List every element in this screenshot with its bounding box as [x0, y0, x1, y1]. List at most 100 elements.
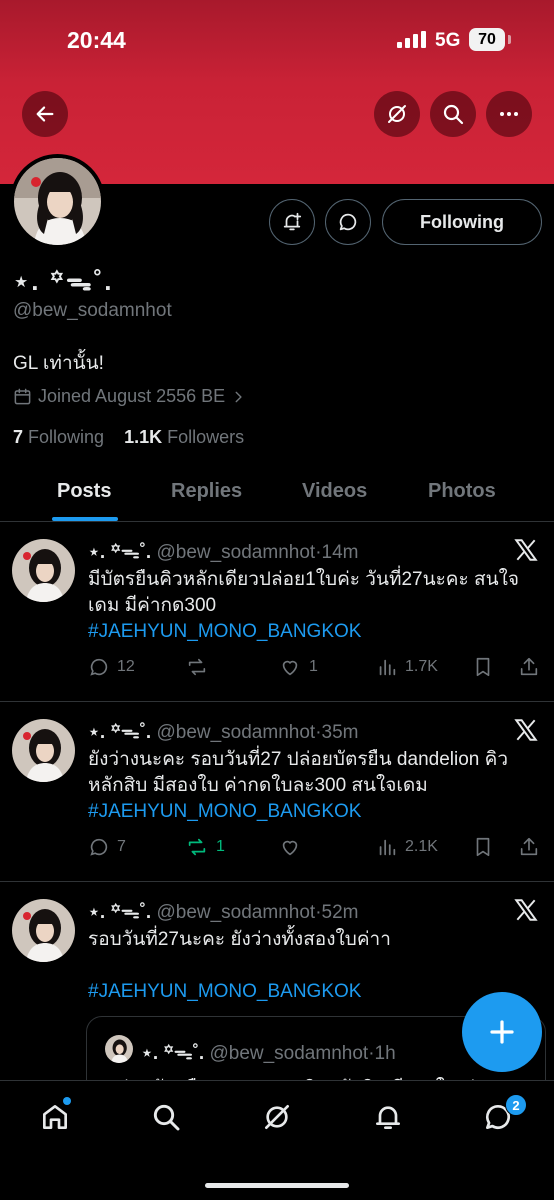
status-time: 20:44: [67, 27, 126, 53]
post-time[interactable]: 35m: [322, 722, 359, 743]
profile-tabs: Posts Replies Videos Photos: [0, 470, 554, 522]
post-avatar[interactable]: [12, 719, 75, 782]
more-horizontal-icon: [500, 112, 518, 116]
repost-count: 1: [216, 838, 225, 855]
post-actions: 12 1 1.7K: [88, 656, 543, 686]
view-count: 2.1K: [405, 838, 438, 855]
bell-plus-icon: [283, 212, 302, 231]
repost-button[interactable]: [185, 656, 216, 678]
post-item[interactable]: ⋆. ꙳ᯓ˚. @bew_sodamnhot·35m ยังว่างนะคะ ร…: [0, 702, 554, 882]
chat-bubble-icon: [339, 213, 357, 231]
compose-button[interactable]: [462, 992, 542, 1072]
plus-icon: [490, 1020, 514, 1044]
post-body: มีบัตรยืนคิวหลักเดียวปล่อย1ใบค่ะ วันที่2…: [88, 567, 543, 645]
x-logo-icon[interactable]: [513, 897, 539, 923]
post-actions: 7 1 2.1K: [88, 836, 543, 866]
bookmark-icon: [476, 657, 490, 677]
repost-icon: [188, 658, 206, 676]
post-author-name[interactable]: ⋆. ꙳ᯓ˚.: [88, 722, 151, 743]
post-hashtag[interactable]: #JAEHYUN_MONO_BANGKOK: [88, 621, 361, 642]
back-button[interactable]: [22, 91, 68, 137]
joined-date[interactable]: Joined August 2556 BE: [13, 386, 245, 407]
post-author-handle[interactable]: @bew_sodamnhot: [156, 542, 315, 563]
reply-button[interactable]: 12: [88, 656, 135, 678]
post-avatar[interactable]: [12, 539, 75, 602]
post-author-handle[interactable]: @bew_sodamnhot: [156, 722, 315, 743]
bookmark-icon: [476, 837, 490, 857]
post-author-handle[interactable]: @bew_sodamnhot: [156, 902, 315, 923]
signal-icon: [397, 31, 426, 48]
post-author-name[interactable]: ⋆. ꙳ᯓ˚.: [88, 902, 151, 923]
post-time[interactable]: 14m: [322, 542, 359, 563]
post-header: ⋆. ꙳ᯓ˚. @bew_sodamnhot·52m: [88, 902, 359, 923]
share-button[interactable]: [518, 836, 540, 858]
reply-button[interactable]: 7: [88, 836, 126, 858]
post-text: รอบวันที่27นะคะ ยังว่างทั้งสองใบค่าา: [88, 929, 391, 950]
quoted-time: 1h: [374, 1043, 396, 1064]
post-body: รอบวันที่27นะคะ ยังว่างทั้งสองใบค่าา #JA…: [88, 927, 543, 1005]
quoted-header: ⋆. ꙳ᯓ˚. @bew_sodamnhot·1h: [141, 1043, 396, 1064]
chevron-right-icon: [235, 391, 242, 402]
followers-count: 1.1K: [124, 427, 163, 447]
grok-slash-icon[interactable]: [261, 1101, 293, 1133]
home-icon[interactable]: [39, 1101, 71, 1133]
share-icon: [520, 657, 538, 676]
followers-stat[interactable]: 1.1K Followers: [124, 427, 244, 447]
post-hashtag[interactable]: #JAEHYUN_MONO_BANGKOK: [88, 981, 361, 1002]
active-tab-indicator: [52, 517, 118, 521]
reply-count: 12: [117, 658, 135, 675]
like-button[interactable]: [278, 836, 309, 858]
bar-chart-icon: [379, 839, 396, 856]
search-icon[interactable]: [150, 1101, 182, 1133]
profile-handle: @bew_sodamnhot: [13, 300, 172, 321]
view-count: 1.7K: [405, 658, 438, 675]
heart-icon: [282, 840, 298, 856]
share-button[interactable]: [518, 656, 540, 678]
following-stat[interactable]: 7 Following: [13, 427, 104, 447]
post-time[interactable]: 52m: [322, 902, 359, 923]
x-logo-icon[interactable]: [513, 537, 539, 563]
x-logo-icon[interactable]: [513, 717, 539, 743]
tab-posts[interactable]: Posts: [57, 480, 111, 503]
post-author-name[interactable]: ⋆. ꙳ᯓ˚.: [88, 542, 151, 563]
tab-photos[interactable]: Photos: [428, 480, 496, 503]
followers-label: Followers: [167, 427, 245, 447]
post-item[interactable]: ⋆. ꙳ᯓ˚. @bew_sodamnhot·14m มีบัตรยืนคิวห…: [0, 522, 554, 702]
like-button[interactable]: 1: [278, 656, 318, 678]
home-indicator: [205, 1183, 349, 1188]
bookmark-button[interactable]: [472, 656, 494, 678]
tab-videos[interactable]: Videos: [302, 480, 367, 503]
following-count: 7: [13, 427, 24, 447]
following-button[interactable]: Following: [382, 199, 542, 245]
grok-slash-icon: [388, 105, 406, 123]
views-button[interactable]: 2.1K: [376, 836, 438, 858]
quoted-author-name: ⋆. ꙳ᯓ˚.: [141, 1043, 205, 1064]
notify-button[interactable]: [269, 199, 315, 245]
follow-stats: 7 Following 1.1K Followers: [13, 427, 244, 448]
reply-icon: [90, 838, 108, 856]
like-count: 1: [309, 658, 318, 675]
status-bar: 20:44 5G 70: [0, 0, 554, 80]
calendar-icon: [14, 388, 31, 405]
quoted-avatar: [105, 1035, 133, 1063]
post-avatar[interactable]: [12, 899, 75, 962]
post-body: ยังว่างนะคะ รอบวันที่27 ปล่อยบัตรยืน dan…: [88, 747, 543, 825]
network-type: 5G: [435, 30, 461, 51]
bottom-navigation: [0, 1080, 554, 1200]
post-hashtag[interactable]: #JAEHYUN_MONO_BANGKOK: [88, 801, 361, 822]
reply-icon: [90, 658, 108, 676]
grok-button[interactable]: [374, 91, 420, 137]
bookmark-button[interactable]: [472, 836, 494, 858]
profile-avatar[interactable]: [10, 154, 105, 249]
views-button[interactable]: 1.7K: [376, 656, 438, 678]
share-icon: [520, 837, 538, 856]
more-button[interactable]: [486, 91, 532, 137]
tab-replies[interactable]: Replies: [171, 480, 242, 503]
bell-icon[interactable]: [372, 1101, 404, 1133]
message-button[interactable]: [325, 199, 371, 245]
quoted-author-handle: @bew_sodamnhot: [209, 1043, 369, 1064]
repost-button[interactable]: 1: [185, 836, 225, 858]
search-button[interactable]: [430, 91, 476, 137]
post-header: ⋆. ꙳ᯓ˚. @bew_sodamnhot·35m: [88, 722, 359, 743]
post-text: มีบัตรยืนคิวหลักเดียวปล่อย1ใบค่ะ วันที่2…: [88, 569, 519, 616]
